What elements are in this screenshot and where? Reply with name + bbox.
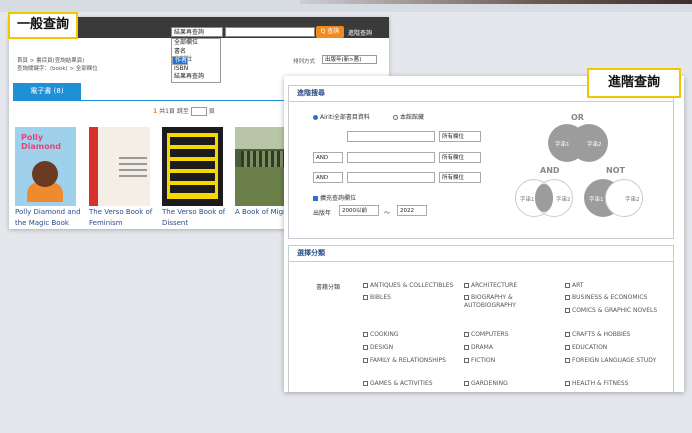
field-select-2[interactable]: 所有欄位 [439, 152, 481, 163]
cover-stripe [89, 127, 98, 206]
venn-term1: 字串1 [520, 197, 535, 203]
book-title-link[interactable]: The Verso Book of Feminism [89, 207, 165, 229]
operator-select-2[interactable]: AND [313, 152, 343, 163]
category-checkbox[interactable]: GARDENING [464, 380, 560, 388]
category-label: 書籍分類 [316, 284, 341, 291]
category-checkbox[interactable]: ANTIQUES & COLLECTIBLES [363, 282, 459, 290]
category-checkbox[interactable]: BUSINESS & ECONOMICS [565, 294, 661, 302]
page-jump-label: 跳至 [176, 108, 189, 115]
cover-illustration [32, 161, 58, 187]
category-checkbox[interactable]: COMPUTERS [464, 331, 560, 339]
venn-or-label: OR [571, 113, 584, 122]
radio-dot [313, 115, 318, 120]
sort-select[interactable]: 出版年(新>舊) [322, 55, 377, 64]
year-label: 出版年 [313, 210, 332, 217]
scope-dropdown: 全部欄位 書名 作者 出版社 ISBN 結果再查詢 [171, 38, 221, 83]
operator-select-3[interactable]: AND [313, 172, 343, 183]
category-checkbox[interactable]: FAMILY & RELATIONSHIPS [363, 357, 459, 365]
search-button[interactable]: Q 查詢 [316, 26, 344, 38]
category-checkbox[interactable]: DESIGN [363, 344, 459, 352]
query-summary: 查詢關鍵字：(book) > 全部欄位 [17, 66, 98, 72]
radio-label: Airiti全部書目資料 [320, 114, 370, 121]
panel-title: 選擇分類 [289, 246, 673, 262]
category-checkbox[interactable]: CRAFTS & HOBBIES [565, 331, 661, 339]
venn-term1: 字串1 [555, 142, 570, 148]
category-checkbox[interactable]: FICTION [464, 357, 560, 365]
category-checkbox[interactable]: BIBLES [363, 294, 459, 302]
scope-option[interactable]: 全部欄位 [172, 39, 220, 48]
radio-dot [393, 115, 398, 120]
category-panel: 選擇分類 書籍分類 ANTIQUES & COLLECTIBLES ARCHIT… [288, 245, 674, 392]
scope-option[interactable]: 書名 [172, 48, 220, 57]
radio-local-holdings[interactable]: 本館館藏 [393, 112, 424, 121]
search-scope-select[interactable]: 結果再查詢 [171, 27, 223, 37]
search-term-input-3[interactable] [347, 172, 435, 183]
advanced-search-link[interactable]: 進階查詢 [348, 28, 372, 37]
venn-term1: 字串1 [589, 197, 604, 203]
category-checkbox[interactable]: DRAMA [464, 344, 560, 352]
scope-option[interactable]: 結果再查詢 [172, 73, 220, 82]
advanced-search-callout: 進階查詢 [587, 68, 681, 98]
book-title-link[interactable]: Polly Diamond and the Magic Book [15, 207, 91, 229]
sort-label: 排列方式 [293, 59, 316, 65]
breadcrumb-path[interactable]: 首頁 > 書目頁(查詢結果頁) [17, 57, 98, 65]
page-total: 共1頁 [159, 108, 175, 115]
search-term-input-1[interactable] [347, 131, 435, 142]
advanced-search-panel: 進階搜尋 Airiti全部書目資料 本館館藏 所有欄位 AND 所有欄位 AND… [288, 85, 674, 239]
book-cover[interactable]: Polly Diamond [15, 127, 76, 206]
page-number[interactable]: 1 [153, 108, 157, 115]
breadcrumb: 首頁 > 書目頁(查詢結果頁) 查詢關鍵字：(book) > 全部欄位 [17, 57, 98, 73]
radio-all-records[interactable]: Airiti全部書目資料 [313, 112, 370, 121]
advanced-search-window: 進階搜尋 Airiti全部書目資料 本館館藏 所有欄位 AND 所有欄位 AND… [284, 76, 684, 392]
field-select-3[interactable]: 所有欄位 [439, 172, 481, 183]
book-title-link[interactable]: The Verso Book of Dissent [162, 207, 238, 229]
venn-term2: 字串2 [625, 197, 640, 203]
field-select-1[interactable]: 所有欄位 [439, 131, 481, 142]
checkbox-label: 擴充查詢欄位 [320, 195, 357, 202]
venn-and-overlap [535, 184, 553, 212]
venn-not-label: NOT [606, 166, 625, 175]
scope-option[interactable]: ISBN [172, 65, 220, 74]
category-checkbox[interactable]: ARCHITECTURE [464, 282, 560, 290]
category-checkbox[interactable]: EDUCATION [565, 344, 661, 352]
category-checkbox[interactable]: FOREIGN LANGUAGE STUDY [565, 357, 661, 365]
scope-option-selected[interactable]: 作者 [172, 56, 189, 65]
page-unit: 頁 [208, 108, 215, 115]
checkbox-box [313, 196, 318, 201]
venn-term2: 字串2 [556, 197, 571, 203]
search-input[interactable] [225, 27, 315, 37]
category-checkbox[interactable]: GAMES & ACTIVITIES [363, 380, 459, 388]
year-from-select[interactable]: 2000以前 [339, 205, 379, 216]
book-cover[interactable] [162, 127, 223, 206]
radio-label: 本館館藏 [400, 114, 425, 121]
pagination: 1 共1頁 跳至 頁 [153, 106, 215, 116]
page-select[interactable] [190, 107, 207, 116]
venn-and-label: AND [540, 166, 560, 175]
background-strip [0, 0, 692, 12]
cover-title: Polly Diamond [21, 133, 62, 151]
venn-term2: 字串2 [587, 142, 602, 148]
background-photo-edge [300, 0, 692, 4]
year-separator: ～ [384, 210, 391, 217]
year-to-select[interactable]: 2022 [397, 205, 427, 216]
category-checkbox[interactable]: ART [565, 282, 661, 290]
cover-text-lines [119, 157, 147, 181]
basic-search-callout: 一般查詢 [8, 12, 78, 39]
cover-typography [167, 133, 218, 199]
search-term-input-2[interactable] [347, 152, 435, 163]
tab-ebook[interactable]: 電子書 (8) [13, 83, 81, 100]
book-cover[interactable] [89, 127, 150, 206]
category-checkbox[interactable]: COMICS & GRAPHIC NOVELS [565, 307, 661, 315]
category-checkbox[interactable]: COOKING [363, 331, 459, 339]
expand-fields-checkbox[interactable]: 擴充查詢欄位 [313, 193, 356, 202]
category-checkbox[interactable]: HEALTH & FITNESS [565, 380, 661, 388]
category-checkbox[interactable]: BIOGRAPHY & AUTOBIOGRAPHY [464, 294, 560, 310]
